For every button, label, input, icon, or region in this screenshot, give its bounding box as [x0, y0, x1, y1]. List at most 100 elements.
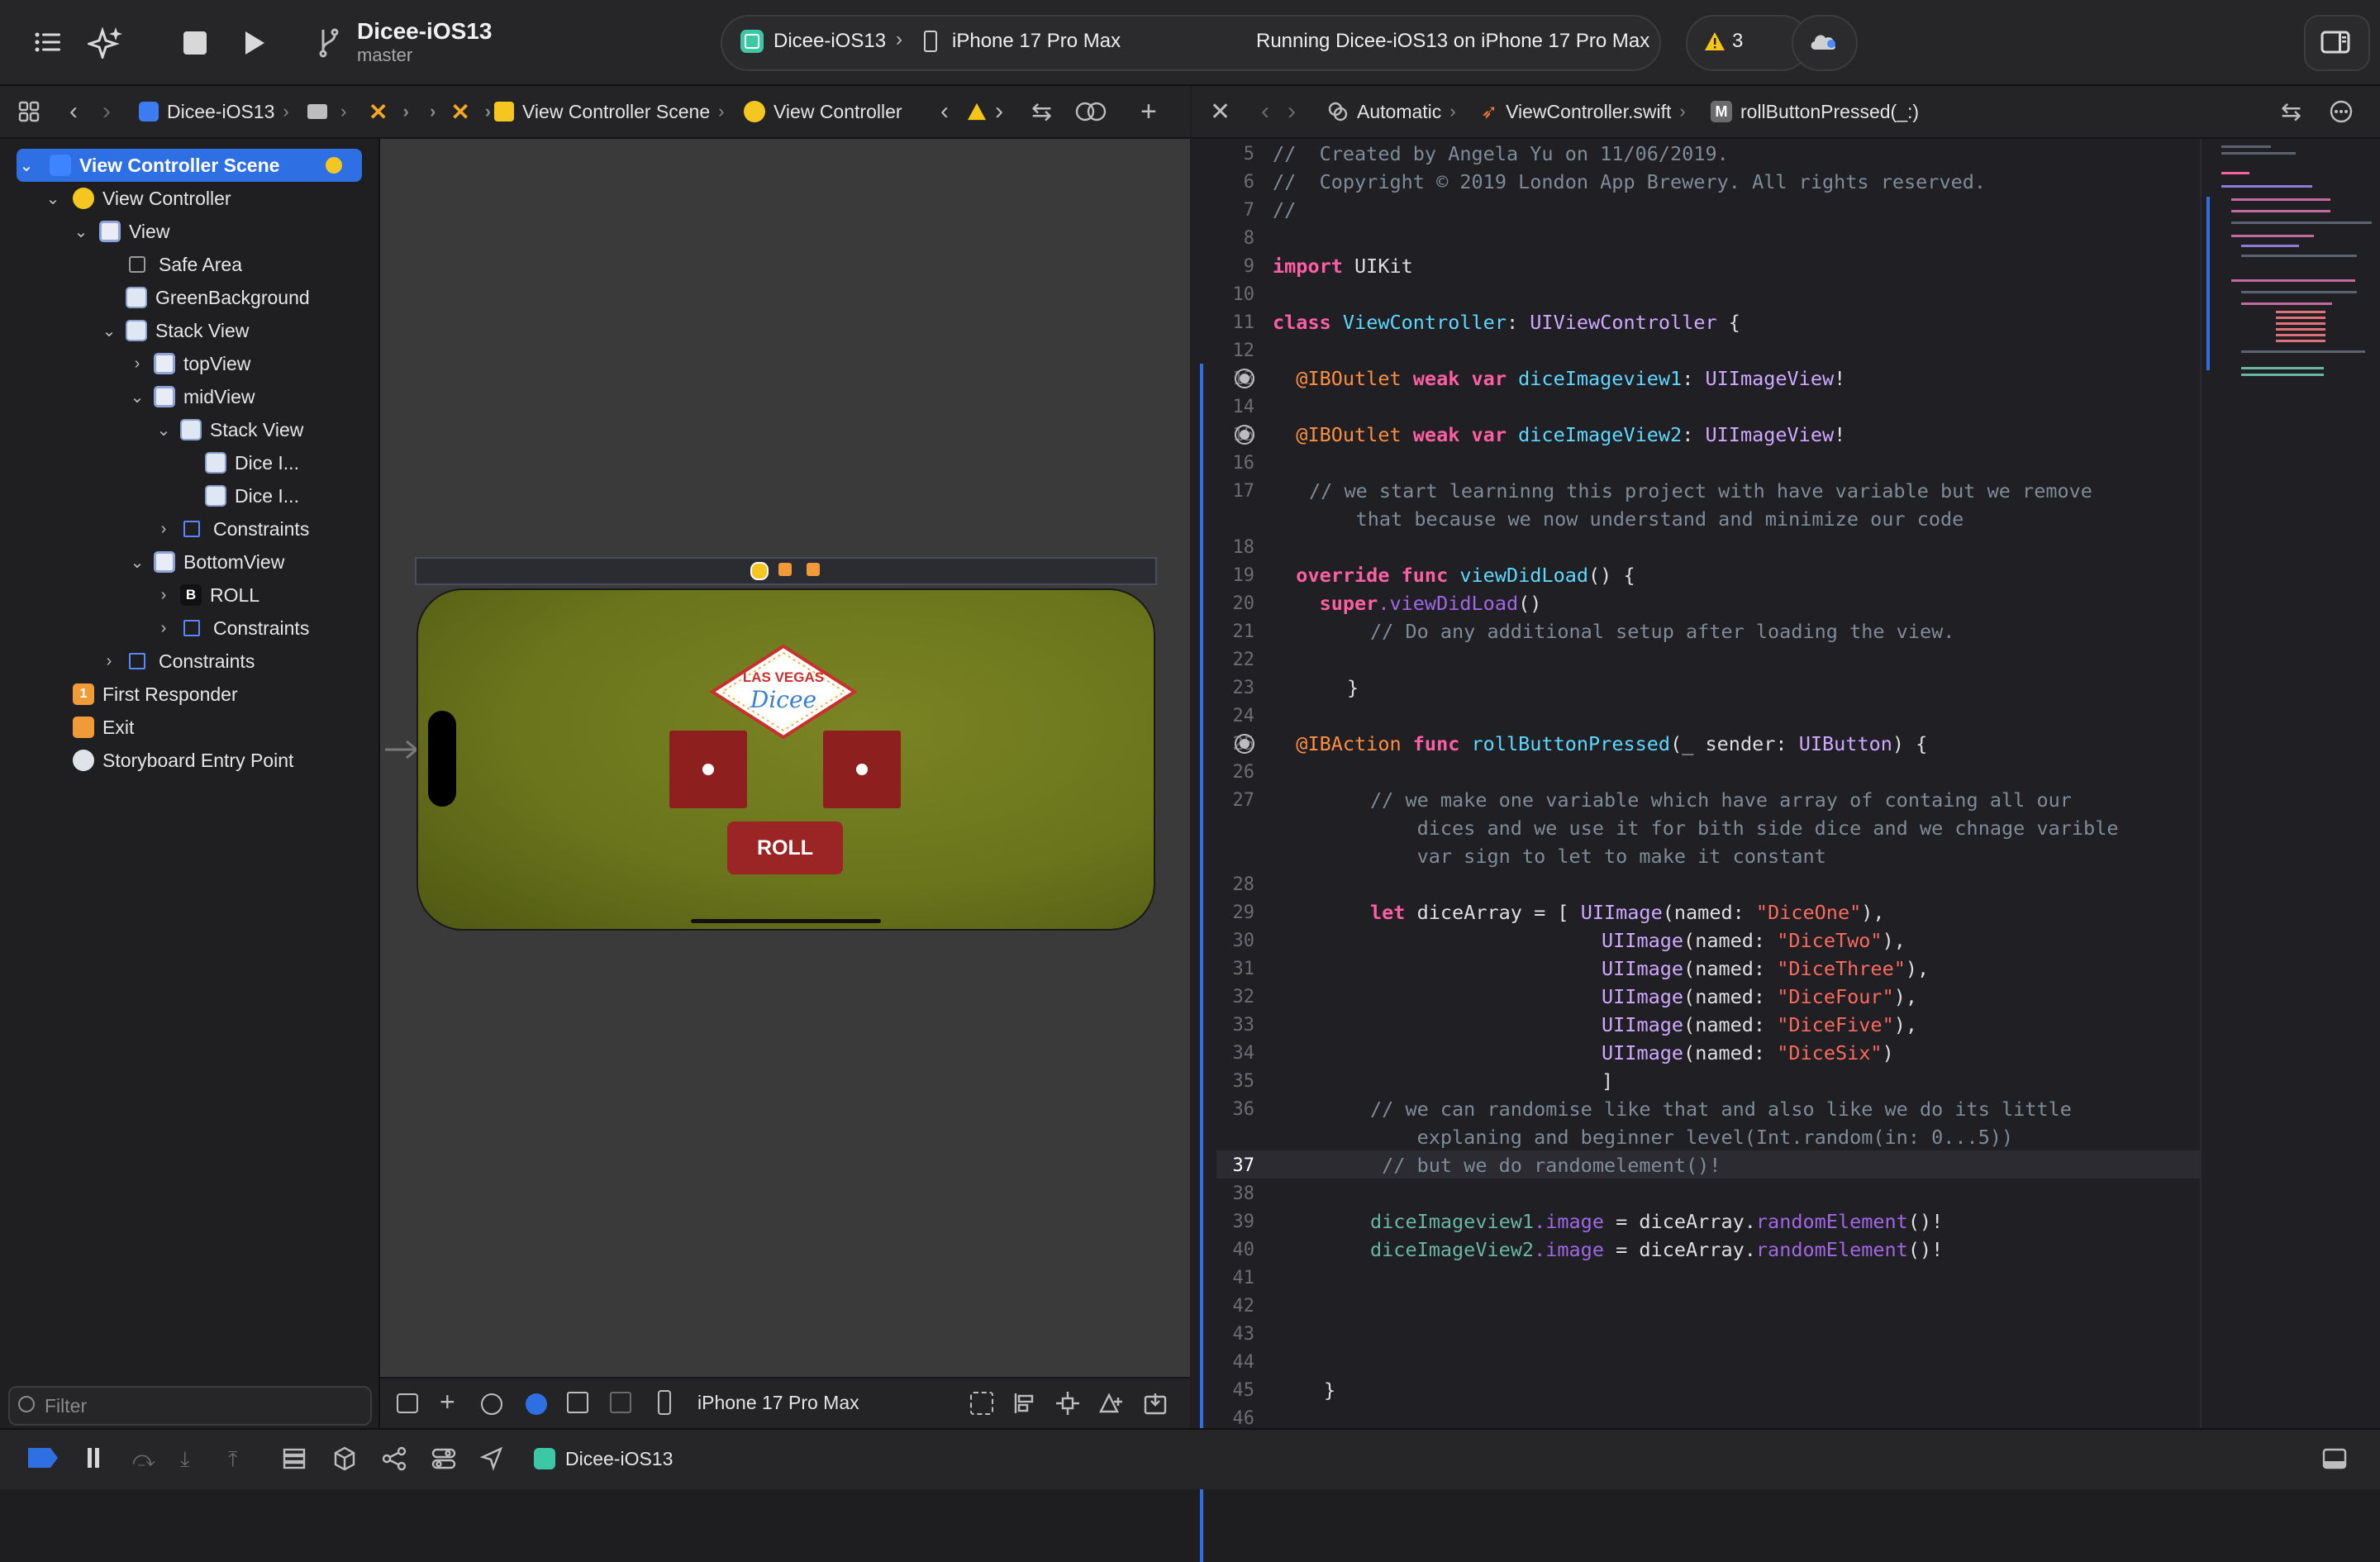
code-line[interactable]: class ViewController: UIViewController {	[1273, 311, 1740, 334]
code-line[interactable]: }	[1347, 676, 1359, 699]
resolve-issues-icon[interactable]	[1099, 1392, 1124, 1415]
editor-back-icon[interactable]: ‹	[1261, 86, 1269, 137]
code-line[interactable]: @IBOutlet weak var diceImageView2: UIIma…	[1273, 423, 1845, 446]
code-line[interactable]: diceImageview1.image = diceArray.randomE…	[1370, 1210, 1943, 1233]
code-line[interactable]: super.viewDidLoad()	[1273, 592, 1542, 615]
code-line[interactable]: // Copyright © 2019 London App Brewery. …	[1273, 170, 1986, 193]
line-number[interactable]: 33	[1192, 1015, 1255, 1036]
add-editor-icon[interactable]: +	[1140, 86, 1157, 137]
outline-item-top-view[interactable]: › topView	[127, 347, 250, 380]
line-number[interactable]: 6	[1192, 172, 1254, 193]
back-icon[interactable]: ‹	[69, 86, 78, 137]
related-files-icon[interactable]: ⇆	[2281, 86, 2301, 137]
code-line[interactable]: // Do any additional setup after loading…	[1370, 620, 1954, 643]
roll-button[interactable]: ROLL	[727, 821, 843, 874]
line-number[interactable]: 44	[1192, 1352, 1255, 1373]
breakpoints-toggle-icon[interactable]	[28, 1448, 58, 1468]
editor-options-icon[interactable]	[2329, 86, 2354, 137]
outline-item-dice-image-2[interactable]: Dice I...	[205, 479, 299, 512]
grid-icon[interactable]	[18, 86, 40, 137]
accessibility-icon[interactable]	[481, 1393, 502, 1415]
outline-item-first-responder[interactable]: 1 First Responder	[73, 678, 238, 711]
line-number[interactable]: 21	[1192, 621, 1255, 642]
code-line[interactable]: UIImage(named: "DiceFive"),	[1602, 1013, 1917, 1036]
outline-item-storyboard-entry-point[interactable]: Storyboard Entry Point	[73, 744, 293, 777]
code-line[interactable]: @IBOutlet weak var diceImageview1: UIIma…	[1273, 367, 1845, 390]
line-number[interactable]: 38	[1192, 1183, 1255, 1204]
prev-issue-icon[interactable]: ‹	[940, 86, 949, 137]
code-line[interactable]: //	[1273, 198, 1296, 221]
source-editor[interactable]: 5678910111213141516171819202122232425262…	[1192, 139, 2223, 1562]
editor-forward-icon[interactable]: ›	[1288, 86, 1296, 137]
line-number[interactable]: 36	[1192, 1099, 1255, 1120]
outline-item-view-controller[interactable]: ⌄ View Controller	[43, 182, 231, 215]
outline-item-safe-area[interactable]: Safe Area	[129, 248, 242, 281]
line-number[interactable]: 9	[1192, 256, 1254, 277]
related-items-icon[interactable]: ⇆	[1031, 86, 1052, 137]
dice-image-2[interactable]	[823, 731, 901, 808]
code-line[interactable]: // Created by Angela Yu on 11/06/2019.	[1273, 142, 1729, 165]
device-config[interactable]: iPhone 17 Pro Max	[697, 1392, 859, 1414]
line-number[interactable]: 37	[1192, 1155, 1255, 1176]
line-number[interactable]: 39	[1192, 1212, 1255, 1232]
align-icon[interactable]	[1013, 1392, 1036, 1415]
outline-item-constraints-view[interactable]: › Constraints	[99, 645, 255, 678]
line-number[interactable]: 17	[1192, 481, 1255, 502]
dock-exit-icon[interactable]	[807, 563, 820, 576]
code-line[interactable]: UIImage(named: "DiceTwo"),	[1602, 929, 1906, 952]
line-number[interactable]: 22	[1192, 650, 1255, 670]
crumb-method[interactable]: M rollButtonPressed(_:)	[1711, 86, 1919, 137]
line-number[interactable]: 19	[1192, 565, 1255, 586]
line-number[interactable]: 7	[1192, 200, 1254, 221]
line-number[interactable]: 28	[1192, 874, 1255, 895]
line-number[interactable]: 46	[1192, 1408, 1255, 1429]
issue-warning-icon[interactable]	[967, 86, 987, 137]
pause-icon[interactable]	[86, 1448, 101, 1469]
scene-issue-icon[interactable]	[326, 157, 342, 174]
view-hierarchy-icon[interactable]	[283, 1448, 306, 1469]
line-number[interactable]: 12	[1192, 340, 1255, 361]
forward-icon[interactable]: ›	[102, 86, 111, 137]
code-line[interactable]: dices and we use it for bith side dice a…	[1370, 817, 2119, 840]
outline-item-view-controller-scene[interactable]: ⌄ View Controller Scene	[17, 149, 279, 182]
outline-item-roll-button[interactable]: › B ROLL	[154, 579, 259, 612]
line-number[interactable]: 32	[1192, 987, 1255, 1007]
dock-view-controller-icon[interactable]	[750, 562, 769, 580]
embed-in-icon[interactable]	[1144, 1392, 1167, 1415]
outline-item-bottom-view[interactable]: ⌄ BottomView	[127, 545, 284, 579]
line-number[interactable]: 26	[1192, 762, 1255, 783]
environment-overrides-icon[interactable]	[382, 1446, 407, 1471]
appearance-icon[interactable]	[526, 1393, 547, 1415]
scheme-selector[interactable]: Dicee-iOS13	[774, 30, 886, 53]
storyboard-base-icon[interactable]: › ✕ ›	[430, 86, 491, 137]
code-line[interactable]: // we make one variable which have array…	[1370, 788, 2072, 812]
code-line[interactable]: UIImage(named: "DiceThree"),	[1602, 957, 1929, 980]
outline-item-stack-view[interactable]: ⌄ Stack View	[99, 314, 249, 347]
line-number[interactable]: 34	[1192, 1043, 1255, 1064]
crumb-controller[interactable]: View Controller	[744, 86, 902, 137]
storyboard-icon[interactable]: ✕ ›	[369, 86, 409, 137]
interface-builder-canvas[interactable]: LAS VEGAS Dicee ROLL	[380, 139, 1190, 1377]
line-number[interactable]: 40	[1192, 1240, 1255, 1260]
dock-first-responder-icon[interactable]	[778, 563, 792, 576]
coding-assistant-sparkle-icon[interactable]	[83, 21, 129, 63]
outline-item-dice-image-1[interactable]: Dice I...	[205, 446, 299, 479]
outline-item-mid-view[interactable]: ⌄ midView	[127, 380, 255, 413]
line-number[interactable]: 43	[1192, 1324, 1255, 1345]
add-icon[interactable]: +	[440, 1387, 455, 1417]
line-number[interactable]: 24	[1192, 706, 1255, 726]
action-connection-icon[interactable]	[1235, 734, 1254, 754]
crumb-folder[interactable]: ›	[307, 86, 346, 137]
stop-icon[interactable]	[172, 25, 218, 61]
outline-item-exit[interactable]: Exit	[73, 711, 134, 744]
close-editor-icon[interactable]: ✕	[1210, 86, 1230, 137]
code-line[interactable]: @IBAction func rollButtonPressed(_ sende…	[1273, 732, 1927, 755]
destination-selector[interactable]: iPhone 17 Pro Max	[952, 30, 1121, 53]
toggles-icon[interactable]	[431, 1446, 456, 1471]
code-line[interactable]: // but we do randomelement()!	[1370, 1154, 1721, 1177]
line-number[interactable]: 45	[1192, 1380, 1255, 1401]
run-icon[interactable]	[231, 25, 278, 61]
process-name[interactable]: Dicee-iOS13	[565, 1448, 673, 1470]
outlet-connection-icon[interactable]	[1235, 425, 1254, 445]
line-number[interactable]: 29	[1192, 902, 1255, 923]
